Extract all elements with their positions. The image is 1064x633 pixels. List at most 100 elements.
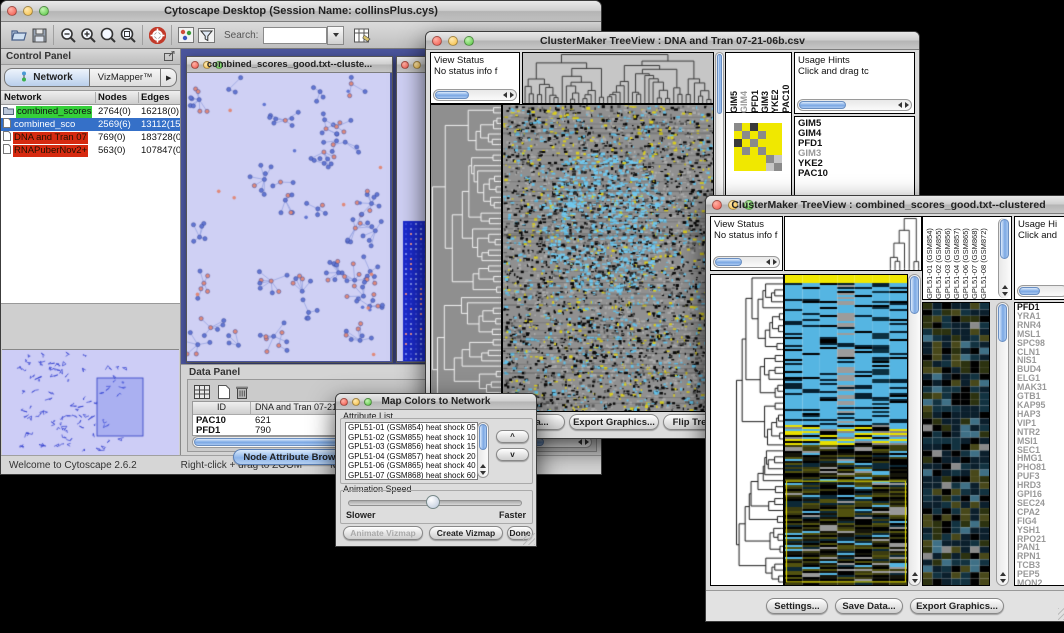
scrollbar-thumb[interactable] xyxy=(715,258,742,266)
network-view-canvas[interactable] xyxy=(187,73,390,361)
column-label[interactable]: PAC10 xyxy=(781,55,791,113)
matrix-cell[interactable] xyxy=(766,155,774,163)
network-row[interactable]: combined_scores 2764(0) 16218(0) xyxy=(1,105,180,118)
column-label[interactable]: YKE2 xyxy=(770,55,780,113)
matrix-cell[interactable] xyxy=(742,155,750,163)
matrix-cell[interactable] xyxy=(734,147,742,155)
move-up-button[interactable]: ^ xyxy=(496,430,529,443)
column-label[interactable]: GPL51-02 (GSM855) xyxy=(934,219,943,299)
matrix-cell[interactable] xyxy=(766,163,774,171)
save-data-button[interactable]: Save Data... xyxy=(835,598,903,614)
table-mode-icon[interactable] xyxy=(192,382,212,402)
search-dropdown-button[interactable] xyxy=(327,26,344,45)
matrix-cell[interactable] xyxy=(742,123,750,131)
new-attribute-icon[interactable] xyxy=(214,382,234,402)
matrix-cell[interactable] xyxy=(750,131,758,139)
matrix-cell[interactable] xyxy=(758,147,766,155)
view-status-hscrollbar[interactable] xyxy=(713,256,780,268)
row-dendrogram[interactable] xyxy=(711,275,783,585)
matrix-cell[interactable] xyxy=(774,147,782,155)
minimize-button[interactable] xyxy=(413,61,421,69)
network-row[interactable]: DNA and Tran 07 769(0) 183728(0) xyxy=(1,131,180,144)
matrix-cell[interactable] xyxy=(774,131,782,139)
matrix-cell[interactable] xyxy=(750,163,758,171)
float-panel-icon[interactable] xyxy=(164,48,175,66)
network-row[interactable]: RNAPuberNov2+ 563(0) 107847(0) xyxy=(1,144,180,157)
scroll-up-icon[interactable] xyxy=(1002,285,1008,289)
attribute-list-item[interactable]: GPL51-06 (GSM865) heat shock 40 min xyxy=(346,461,477,471)
scrollbar-thumb[interactable] xyxy=(435,91,469,99)
matrix-cell[interactable] xyxy=(774,155,782,163)
scroll-right-icon[interactable] xyxy=(585,439,589,445)
matrix-cell[interactable] xyxy=(766,139,774,147)
row-label[interactable]: PAC10 xyxy=(798,169,914,179)
scroll-down-icon[interactable] xyxy=(480,471,486,475)
scrollbar-thumb[interactable] xyxy=(799,101,846,109)
help-icon[interactable] xyxy=(147,25,167,45)
matrix-cell[interactable] xyxy=(758,131,766,139)
matrix-cell[interactable] xyxy=(750,123,758,131)
heatmap-canvas[interactable] xyxy=(785,275,907,585)
column-dendrogram[interactable] xyxy=(785,217,921,270)
attribute-table-icon[interactable] xyxy=(352,25,372,45)
node-attribute-browser-button[interactable]: Node Attribute Brows xyxy=(233,449,351,465)
attribute-list-item[interactable]: GPL51-07 (GSM868) heat shock 60 min xyxy=(346,471,477,480)
attribute-list-vscrollbar[interactable] xyxy=(477,422,489,478)
dialog-titlebar[interactable]: Map Colors to Network xyxy=(336,394,536,410)
birdseye-view[interactable] xyxy=(2,350,179,456)
settings-button[interactable]: Settings... xyxy=(766,598,828,614)
matrix-cell[interactable] xyxy=(734,155,742,163)
open-session-icon[interactable] xyxy=(9,25,29,45)
tab-vizmapper[interactable]: VizMapper™ xyxy=(90,68,161,87)
column-label[interactable]: GPL51-08 (GSM872) xyxy=(979,219,988,299)
col-nodes[interactable]: Nodes xyxy=(96,92,139,103)
zoom-selected-icon[interactable] xyxy=(98,25,118,45)
tab-network[interactable]: Network xyxy=(4,68,90,87)
matrix-cell[interactable] xyxy=(742,139,750,147)
usage-hints-hscrollbar[interactable] xyxy=(1017,285,1064,297)
usage-hints-hscrollbar[interactable] xyxy=(797,99,912,111)
matrix-cell[interactable] xyxy=(734,163,742,171)
matrix-cell[interactable] xyxy=(750,147,758,155)
matrix-cell[interactable] xyxy=(766,147,774,155)
view-status-hscrollbar[interactable] xyxy=(433,89,517,101)
matrix-cell[interactable] xyxy=(774,139,782,147)
matrix-cell[interactable] xyxy=(742,163,750,171)
scroll-up-icon[interactable] xyxy=(912,572,918,576)
close-button[interactable] xyxy=(401,61,409,69)
scroll-up-icon[interactable] xyxy=(480,464,486,468)
detail-heatmap-canvas[interactable] xyxy=(923,303,989,585)
matrix-cell[interactable] xyxy=(750,155,758,163)
data-col-id[interactable]: ID xyxy=(193,402,251,414)
column-dendrogram[interactable] xyxy=(523,53,713,103)
matrix-cell[interactable] xyxy=(742,147,750,155)
matrix-cell[interactable] xyxy=(742,131,750,139)
column-label[interactable]: GIM3 xyxy=(760,55,770,113)
speed-slider-thumb[interactable] xyxy=(426,495,440,509)
attribute-list-item[interactable]: GPL51-02 (GSM855) heat shock 10 min xyxy=(346,433,477,443)
network-window-1-titlebar[interactable]: combined_scores_good.txt--cluste... xyxy=(187,57,392,73)
row-dendrogram[interactable] xyxy=(431,105,501,411)
save-session-icon[interactable] xyxy=(29,25,49,45)
matrix-cell[interactable] xyxy=(758,155,766,163)
resize-grip[interactable] xyxy=(523,533,535,545)
resize-grip[interactable] xyxy=(1058,608,1064,620)
matrix-cell[interactable] xyxy=(766,131,774,139)
matrix-cell[interactable] xyxy=(734,123,742,131)
column-label[interactable]: GPL51-04 (GSM857) xyxy=(952,219,961,299)
scrollbar-thumb[interactable] xyxy=(479,424,487,450)
matrix-cell[interactable] xyxy=(766,123,774,131)
column-label[interactable]: PFD1 xyxy=(750,55,760,113)
treeview1-titlebar[interactable]: ClusterMaker TreeView : DNA and Tran 07-… xyxy=(426,32,919,50)
column-label[interactable]: GPL51-01 (GSM854) xyxy=(925,219,934,299)
scrollbar-thumb[interactable] xyxy=(717,54,722,114)
create-vizmap-button[interactable]: Create Vizmap xyxy=(429,526,503,540)
matrix-cell[interactable] xyxy=(774,163,782,171)
treeview2-titlebar[interactable]: ClusterMaker TreeView : combined_scores_… xyxy=(706,196,1064,214)
attribute-list-item[interactable]: GPL51-04 (GSM857) heat shock 20 min xyxy=(346,452,477,462)
matrix-cell[interactable] xyxy=(758,139,766,147)
zoom-in-icon[interactable] xyxy=(78,25,98,45)
gene-label[interactable]: MON2 xyxy=(1017,579,1064,586)
scroll-down-icon[interactable] xyxy=(912,579,918,583)
filter-funnel-icon[interactable] xyxy=(196,25,216,45)
